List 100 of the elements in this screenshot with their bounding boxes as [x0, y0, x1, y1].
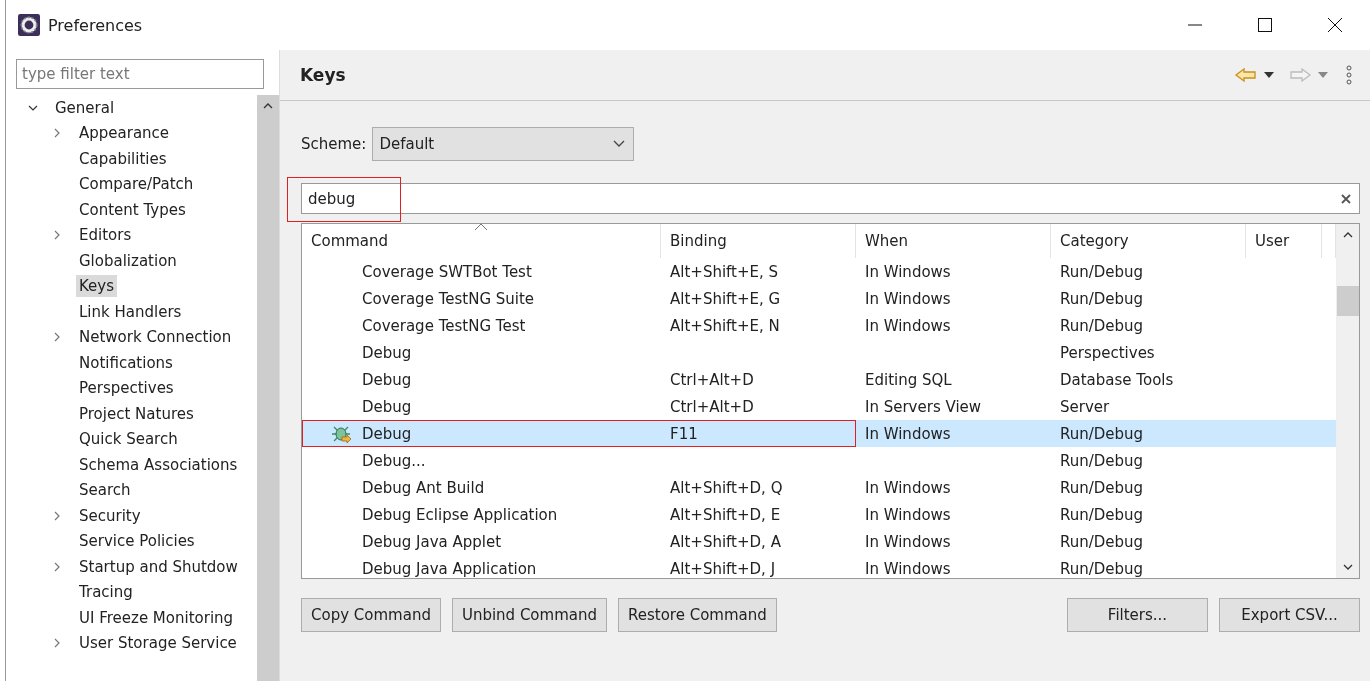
- tree-item[interactable]: Link Handlers: [76, 300, 185, 323]
- page-title: Keys: [300, 65, 346, 85]
- table-row[interactable]: Debug Java Applet Alt+Shift+D, A In Windows Run/Debug: [302, 528, 1336, 555]
- table-cell: Run/Debug: [1060, 316, 1144, 335]
- action-button[interactable]: Filters...: [1067, 598, 1208, 632]
- filter-field[interactable]: type filter text: [16, 59, 264, 89]
- table-cell: Debug: [362, 397, 412, 416]
- table-cell: Alt+Shift+E, S: [670, 262, 779, 281]
- tree-item[interactable]: Appearance: [76, 122, 173, 145]
- close-icon[interactable]: [1327, 17, 1343, 33]
- table-cell: Alt+Shift+E, N: [670, 316, 780, 335]
- column-header[interactable]: Command: [302, 224, 661, 258]
- table-row[interactable]: Debug Eclipse Application Alt+Shift+D, E In Windows Run/Debug: [302, 501, 1336, 528]
- scroll-down-icon[interactable]: [1343, 562, 1353, 572]
- table-cell: Debug...: [362, 451, 426, 470]
- table-cell: Debug Java Applet: [362, 532, 502, 551]
- search-field[interactable]: debug: [301, 183, 1360, 214]
- tree-item[interactable]: User Storage Service: [76, 632, 240, 655]
- table-cell: Ctrl+Alt+D: [670, 370, 754, 389]
- table-row[interactable]: Debug F11 In Windows Run/Debug: [302, 420, 1336, 447]
- table-row[interactable]: Debug... Run/Debug: [302, 447, 1336, 474]
- scheme-dropdown[interactable]: Default: [372, 127, 635, 161]
- tree-item[interactable]: Editors: [76, 224, 135, 247]
- scroll-up-icon[interactable]: [263, 101, 273, 111]
- table-cell: In Windows: [865, 262, 951, 281]
- command-button[interactable]: Unbind Command: [451, 598, 607, 632]
- table-cell: In Windows: [865, 316, 951, 335]
- table-row[interactable]: Coverage TestNG Test Alt+Shift+E, N In Windows Run/Debug: [302, 312, 1336, 339]
- table-row[interactable]: Debug Ant Build Alt+Shift+D, Q In Windows Run/Debug: [302, 474, 1336, 501]
- table-cell: Alt+Shift+D, E: [670, 505, 781, 524]
- tree-item[interactable]: Notifications: [76, 351, 176, 374]
- table-cell: Alt+Shift+D, A: [670, 532, 781, 551]
- more-icon[interactable]: [1346, 65, 1352, 85]
- tree-item[interactable]: General: [52, 96, 118, 119]
- table-cell: Alt+Shift+D, J: [670, 559, 776, 578]
- table-row[interactable]: Coverage SWTBot Test Alt+Shift+E, S In Windows Run/Debug: [302, 258, 1336, 285]
- table-cell: Run/Debug: [1060, 451, 1144, 470]
- command-button[interactable]: Copy Command: [301, 598, 441, 632]
- tree-item[interactable]: Schema Associations: [76, 453, 241, 476]
- command-button[interactable]: Restore Command: [618, 598, 777, 632]
- scheme-label: Scheme:: [301, 135, 367, 153]
- tree-item[interactable]: Network Connection: [76, 326, 235, 349]
- tree-item[interactable]: Tracing: [76, 581, 136, 604]
- table-cell: Debug: [362, 424, 412, 443]
- column-header[interactable]: Category: [1051, 224, 1246, 258]
- tree-item[interactable]: UI Freeze Monitoring: [76, 606, 237, 629]
- app-icon: [18, 14, 40, 36]
- scrollbar[interactable]: [1336, 224, 1359, 578]
- table-cell: Editing SQL: [865, 370, 952, 389]
- table-row[interactable]: Coverage TestNG Suite Alt+Shift+E, G In Windows Run/Debug: [302, 285, 1336, 312]
- table-cell: In Windows: [865, 559, 951, 578]
- column-header[interactable]: When: [856, 224, 1051, 258]
- table-cell: F11: [670, 424, 698, 443]
- table-cell: In Windows: [865, 505, 951, 524]
- tree-item[interactable]: Search: [76, 479, 134, 502]
- table-cell: Run/Debug: [1060, 505, 1144, 524]
- table-row[interactable]: Debug Ctrl+Alt+D Editing SQL Database Tools: [302, 366, 1336, 393]
- table-row[interactable]: Debug Java Application Alt+Shift+D, J In Windows Run/Debug: [302, 555, 1336, 578]
- tree-item[interactable]: Capabilities: [76, 147, 170, 170]
- tree-item[interactable]: Startup and Shutdow: [76, 555, 241, 578]
- clear-icon[interactable]: [1341, 193, 1351, 204]
- scroll-up-icon[interactable]: [1343, 230, 1353, 240]
- table-cell: In Servers View: [865, 397, 982, 416]
- table-cell: Ctrl+Alt+D: [670, 397, 754, 416]
- table-cell: In Windows: [865, 289, 951, 308]
- scroll-thumb[interactable]: [1337, 286, 1359, 316]
- table-cell: Debug Eclipse Application: [362, 505, 558, 524]
- table-cell: Alt+Shift+E, G: [670, 289, 781, 308]
- column-header[interactable]: User: [1246, 224, 1322, 258]
- table-cell: Perspectives: [1060, 343, 1155, 362]
- tree-item[interactable]: Keys: [76, 275, 117, 298]
- tree-item[interactable]: Globalization: [76, 249, 180, 272]
- tree-item[interactable]: Compare/Patch: [76, 173, 197, 196]
- table-cell: Debug: [362, 370, 412, 389]
- maximize-icon[interactable]: [1257, 17, 1273, 33]
- table-cell: Debug Java Application: [362, 559, 537, 578]
- tree-item[interactable]: Security: [76, 504, 144, 527]
- table-cell: Run/Debug: [1060, 532, 1144, 551]
- table-cell: Coverage SWTBot Test: [362, 262, 532, 281]
- table-cell: Run/Debug: [1060, 262, 1144, 281]
- table-cell: Debug: [362, 343, 412, 362]
- tree-item[interactable]: Perspectives: [76, 377, 177, 400]
- tree-item[interactable]: Quick Search: [76, 428, 181, 451]
- caret-icon: [613, 140, 626, 148]
- scrollbar[interactable]: [257, 95, 279, 681]
- back-arrow-icon[interactable]: [1234, 67, 1258, 83]
- tree-item[interactable]: Content Types: [76, 198, 189, 221]
- action-button[interactable]: Export CSV...: [1219, 598, 1360, 632]
- tree-item[interactable]: Project Natures: [76, 402, 197, 425]
- table-cell: Coverage TestNG Test: [362, 316, 526, 335]
- column-header[interactable]: Binding: [661, 224, 856, 258]
- table-row[interactable]: Debug Ctrl+Alt+D In Servers View Server: [302, 393, 1336, 420]
- window-title: Preferences: [48, 15, 143, 35]
- dropdown-icon[interactable]: [1264, 72, 1274, 78]
- table-cell: Run/Debug: [1060, 424, 1144, 443]
- table-row[interactable]: Debug Perspectives: [302, 339, 1336, 366]
- tree-item[interactable]: Service Policies: [76, 530, 198, 553]
- table-cell: Database Tools: [1060, 370, 1174, 389]
- table-cell: Run/Debug: [1060, 478, 1144, 497]
- table-cell: Run/Debug: [1060, 559, 1144, 578]
